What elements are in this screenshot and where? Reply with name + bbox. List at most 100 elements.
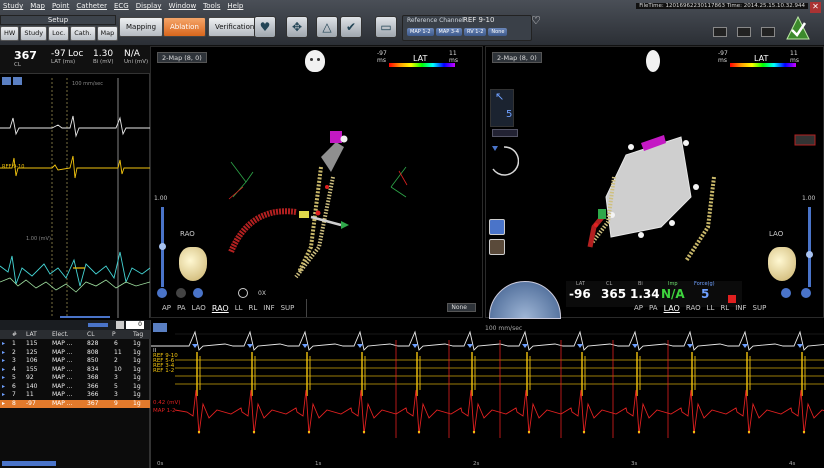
row-expand-icon[interactable]: ▸ [2,366,5,373]
table-row[interactable]: ▸ 7 11 MAP ... 366 3 1g [0,391,150,400]
col-header-tag[interactable]: Tag [133,331,143,338]
row-expand-icon[interactable]: ▸ [2,391,5,398]
list-filter-icon[interactable] [116,321,124,329]
anatomical-map-left[interactable] [151,47,484,319]
point-cl: 366 [87,382,99,390]
col-header-cl[interactable]: CL [87,331,95,338]
opacity-slider-right[interactable] [808,207,811,287]
zoom-icon[interactable] [238,288,248,298]
view-inf-left[interactable]: INF [263,304,274,313]
orientation-label-left: RAO [180,230,195,238]
table-row[interactable]: ▸ 4 155 MAP ... 834 10 1g [0,366,150,375]
col-header-lat[interactable]: LAT [26,331,37,338]
approve-check-icon[interactable] [786,15,810,40]
row-expand-icon[interactable]: ▸ [2,357,5,364]
close-icon[interactable]: ✕ [810,2,821,13]
reference-channel-4[interactable]: None [488,28,508,36]
row-expand-icon[interactable]: ▸ [2,383,5,390]
col-header-index[interactable]: # [12,331,17,338]
view-control-icon[interactable] [157,288,167,298]
table-row[interactable]: ▸ 1 115 MAP ... 828 6 1g [0,340,150,349]
camera-icon[interactable] [737,27,751,37]
point-lat: 115 [26,340,38,347]
setup-tab-loc[interactable]: Loc. [48,26,70,41]
setup-tab-cath[interactable]: Cath. [70,26,96,41]
view-pa-left[interactable]: PA [177,304,186,313]
row-expand-icon[interactable]: ▸ [2,400,5,407]
point-lat: 155 [26,365,38,373]
row-expand-icon[interactable]: ▸ [2,340,5,347]
mapping-mode-button[interactable]: Mapping [119,17,164,37]
view-sup-right[interactable]: SUP [753,304,767,313]
view-lao-right[interactable]: LAO [664,304,680,313]
menu-point[interactable]: Point [52,2,69,13]
none-dropdown[interactable]: None [447,303,476,312]
point-tag: 1g [133,357,141,364]
menu-tools[interactable]: Tools [203,2,220,13]
point-index: 1 [12,340,16,347]
menu-help[interactable]: Help [227,2,243,13]
view-lao-left[interactable]: LAO [192,304,206,313]
reference-channel-1[interactable]: MAP 1-2 [407,28,434,36]
menu-study[interactable]: Study [3,2,23,13]
list-horizontal-scrollbar[interactable] [2,461,56,466]
row-expand-icon[interactable]: ▸ [2,374,5,381]
view-control-icon[interactable] [781,288,791,298]
row-expand-icon[interactable]: ▸ [2,349,5,356]
ablation-mode-button[interactable]: Ablation [163,17,206,37]
ecg-waveform-panel[interactable]: 100 mm/sec II REF 9-10 REF 5-6 REF 3-4 REF 1… [150,320,824,468]
view-control-icon[interactable] [193,288,203,298]
time-tick-label: 4s [789,461,796,467]
time-tick-label: 0s [157,461,164,467]
view-rl-right[interactable]: RL [720,304,729,313]
heart-icon[interactable]: ♥ [254,16,276,38]
point-p: 11 [114,348,122,356]
map-panel-left[interactable]: 2-Map (8, 0) -97 ms 11 ms LAT RAO 1.00 0… [150,46,483,318]
point-cl: 850 [87,357,99,364]
table-row[interactable]: ▸ 8 -97 MAP ... 367 9 1g [0,399,150,408]
point-index: 7 [12,391,16,398]
table-row[interactable]: ▸ 5 92 MAP ... 368 3 1g [0,374,150,383]
setup-tab-map[interactable]: Map [96,26,119,41]
menu-ecg[interactable]: ECG [114,2,129,13]
col-header-p[interactable]: P [112,331,116,338]
slider-thumb-right[interactable] [806,251,813,258]
reference-channel-3[interactable]: RV 1-2 [464,28,487,36]
print-icon[interactable] [761,27,775,37]
reference-value[interactable]: REF 9-10 [463,16,494,24]
reference-channel-2[interactable]: MAP 3-4 [435,28,463,36]
slider-thumb-left[interactable] [159,243,166,250]
view-rl-left[interactable]: RL [249,304,258,313]
triangle-view-icon[interactable]: △ [316,16,338,38]
view-inf-right[interactable]: INF [735,304,746,313]
menu-window[interactable]: Window [169,2,197,13]
view-rao-left[interactable]: RAO [212,304,229,313]
view-pa-right[interactable]: PA [649,304,658,313]
menu-catheter[interactable]: Catheter [76,2,107,13]
view-control-icon[interactable] [801,288,811,298]
check-icon[interactable]: ✔ [340,16,362,38]
setup-tab-study[interactable]: Study [20,26,48,41]
menu-map[interactable]: Map [30,2,45,13]
table-row[interactable]: ▸ 3 106 MAP ... 850 2 1g [0,357,150,366]
view-ap-right[interactable]: AP [634,304,643,313]
list-scrollbar[interactable] [88,323,108,327]
view-ll-right[interactable]: LL [707,304,715,313]
point-lat: 92 [26,374,34,381]
view-buttons-left: AP PA LAO RAO LL RL INF SUP [162,304,294,313]
view-sup-left[interactable]: SUP [281,304,295,313]
view-rao-right[interactable]: RAO [686,304,701,313]
view-ap-left[interactable]: AP [162,304,171,313]
compass-icon[interactable]: ✥ [286,16,308,38]
menu-display[interactable]: Display [136,2,162,13]
table-row[interactable]: ▸ 6 140 MAP ... 366 5 1g [0,383,150,392]
view-control-icon[interactable] [176,288,186,298]
view-ll-left[interactable]: LL [235,304,243,313]
col-header-elect[interactable]: Elect. [52,331,69,338]
table-row[interactable]: ▸ 2 125 MAP ... 808 11 1g [0,349,150,358]
setup-tab-hw[interactable]: HW [0,26,20,41]
point-tag: 1g [133,391,141,398]
map-panel-right[interactable]: 2-Map (8, 0) -97 ms 11 ms LAT ↖ 5 LAO 1.… [485,46,824,319]
record-icon[interactable] [713,27,727,37]
monitor-icon[interactable]: ▭ [375,16,397,38]
